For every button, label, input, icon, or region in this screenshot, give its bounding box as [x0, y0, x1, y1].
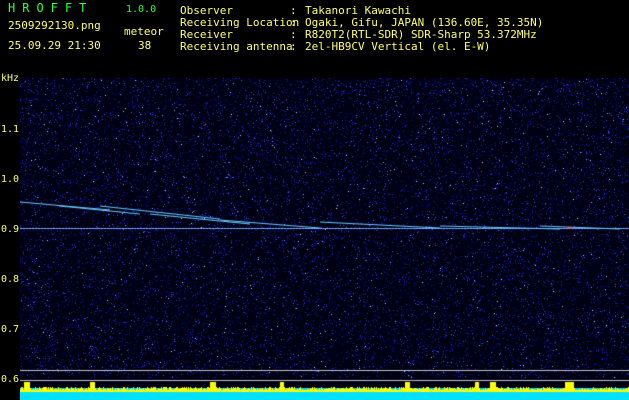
- antenna-separator: :: [290, 40, 297, 53]
- y-unit-label: kHz: [1, 73, 20, 84]
- app-name: HROFFT: [8, 1, 94, 15]
- y-tick-0-8: 0.8: [1, 274, 20, 285]
- app-version: 1.0.0: [126, 4, 157, 15]
- y-tick-0-9: 0.9: [1, 224, 20, 235]
- antenna-value: 2el-HB9CV Vertical (el. E-W): [305, 40, 491, 53]
- date-time: 25.09.29 21:30: [8, 39, 101, 52]
- antenna-label: Receiving antenna: [180, 40, 293, 53]
- file-name: 2509292130.png: [8, 19, 101, 32]
- header-panel: HROFFT 1.0.0 2509292130.png meteor 25.09…: [0, 0, 629, 78]
- y-tick-1-0: 1.0: [1, 174, 20, 185]
- y-tick-0-6: 0.6: [1, 374, 20, 385]
- y-tick-0-7: 0.7: [1, 324, 20, 335]
- spectrogram-canvas: [20, 78, 629, 400]
- meteor-label: meteor: [124, 25, 164, 38]
- waterfall-spectrogram: [20, 78, 629, 400]
- meteor-count: 38: [138, 39, 152, 52]
- y-tick-1-1: 1.1: [1, 124, 20, 135]
